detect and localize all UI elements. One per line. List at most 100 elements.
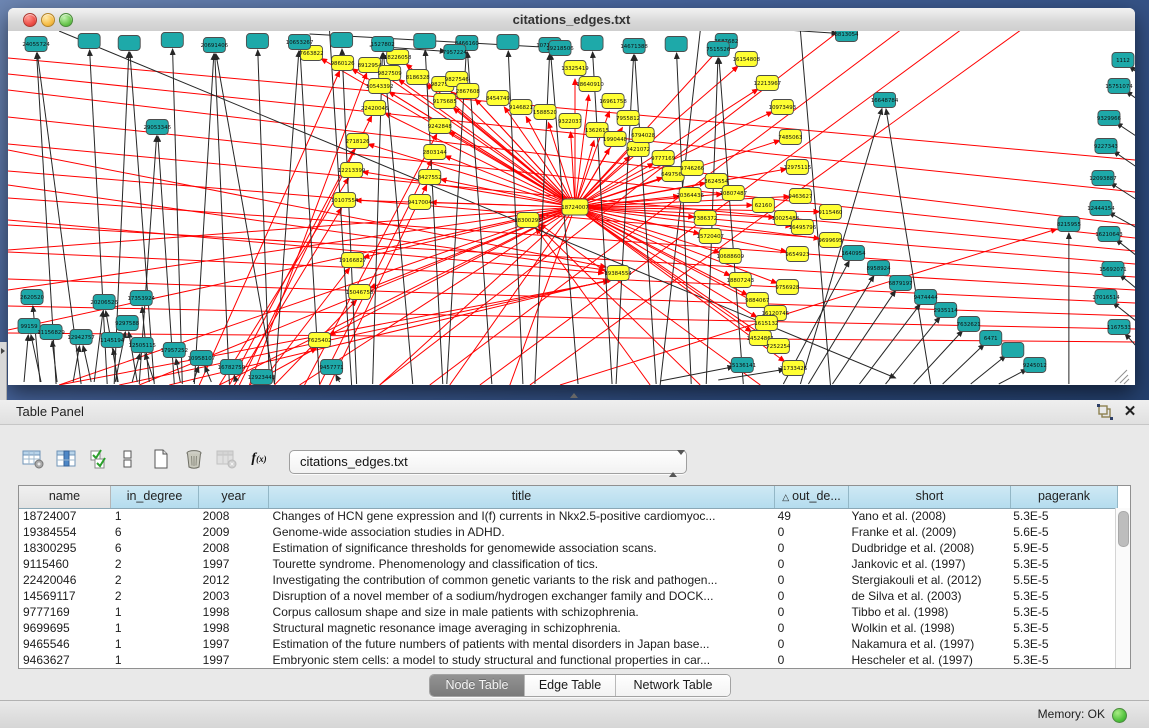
graph-node[interactable]: 19384554	[604, 266, 632, 281]
graph-node[interactable]	[161, 33, 183, 48]
panel-splitter-grip[interactable]	[570, 393, 578, 398]
graph-node[interactable]: 9297588	[115, 316, 140, 331]
graph-node[interactable]	[497, 35, 519, 50]
graph-node[interactable]: 18640910	[576, 77, 604, 92]
graph-node[interactable]: 11156829	[37, 325, 65, 340]
window-titlebar[interactable]: citations_edges.txt	[8, 8, 1135, 32]
change-table-mode-icon[interactable]	[19, 446, 47, 472]
show-columns-icon[interactable]	[52, 446, 80, 472]
graph-node[interactable]: 2620520	[20, 290, 45, 305]
graph-node[interactable]: 17957252	[161, 343, 188, 358]
column-header-out_de[interactable]: △out_de...	[775, 486, 849, 508]
graph-node[interactable]: 1145194	[100, 333, 125, 348]
graph-node[interactable]: 12444154	[1087, 201, 1115, 216]
graph-node[interactable]: 10653267	[286, 35, 313, 50]
graph-node[interactable]: 9699695	[818, 233, 842, 248]
graph-node[interactable]: 10688609	[717, 249, 745, 264]
graph-node[interactable]: 15720407	[697, 229, 724, 244]
table-row[interactable]: 969969511998Structural magnetic resonanc…	[19, 620, 1116, 636]
clear-selection-icon[interactable]	[114, 446, 142, 472]
select-all-icon[interactable]	[85, 446, 113, 472]
graph-node[interactable]: 14671388	[620, 39, 648, 54]
graph-node[interactable]: 7515526	[706, 42, 731, 57]
graph-node[interactable]: 24055724	[22, 37, 50, 52]
graph-node[interactable]: 6471	[980, 331, 1002, 346]
graph-node[interactable]: 10958107	[188, 351, 215, 366]
graph-node[interactable]: 1640954	[841, 246, 866, 261]
table-row[interactable]: 946554611997Estimation of the future num…	[19, 636, 1116, 652]
graph-node[interactable]: 13325419	[561, 61, 589, 76]
table-scrollbar[interactable]	[1115, 508, 1130, 668]
graph-node[interactable]: 10107554	[331, 193, 359, 208]
graph-node[interactable]: 2803144	[423, 145, 448, 160]
graph-node[interactable]: 17353924	[128, 291, 156, 306]
left-splitter[interactable]	[0, 342, 7, 400]
table-row[interactable]: 1830029562008Estimation of significance …	[19, 540, 1116, 556]
graph-node[interactable]: 7957224	[443, 45, 468, 60]
graph-node[interactable]: 12505115	[129, 338, 156, 353]
graph-node[interactable]: 18807243	[727, 273, 754, 288]
graph-node[interactable]: 9421072	[626, 142, 650, 157]
graph-node[interactable]: 16154808	[733, 52, 761, 67]
graph-node[interactable]: 15046758	[346, 285, 374, 300]
tab-edge-table[interactable]: Edge Table	[525, 675, 616, 696]
graph-node[interactable]: 6794028	[631, 128, 656, 143]
graph-node[interactable]: 12942757	[67, 330, 94, 345]
graph-node[interactable]: 11733426	[780, 361, 808, 376]
graph-node[interactable]: 29053346	[144, 120, 172, 135]
table-row[interactable]: 1872400712008Changes of HCN gene express…	[19, 508, 1116, 524]
graph-node[interactable]: 9463627	[788, 189, 812, 204]
column-header-name[interactable]: name	[19, 486, 111, 508]
table-selector-dropdown[interactable]: citations_edges.txt	[289, 450, 687, 474]
graph-node[interactable]: 7386372	[693, 211, 717, 226]
graph-node[interactable]: 7955812	[616, 111, 640, 126]
graph-node[interactable]: 1588520	[533, 105, 558, 120]
graph-node[interactable]: 9777169	[651, 151, 676, 166]
graph-node[interactable]: 8186328	[406, 70, 431, 85]
graph-node[interactable]: 7632621	[957, 317, 981, 332]
graph-node[interactable]: 2718126	[346, 134, 371, 149]
graph-node[interactable]: 6879197	[889, 276, 913, 291]
graph-node[interactable]: 9457771	[320, 360, 344, 375]
graph-node[interactable]: 1615132	[754, 316, 778, 331]
graph-node[interactable]: 18724007	[561, 199, 588, 215]
graph-node[interactable]: 16648784	[871, 93, 899, 108]
graph-node[interactable]: 9329966	[1097, 111, 1122, 126]
graph-node[interactable]	[246, 34, 268, 49]
graph-node[interactable]: 20691406	[201, 38, 229, 53]
graph-node[interactable]: 7625402	[308, 333, 332, 348]
table-row[interactable]: 977716911998Corpus callosum shape and si…	[19, 604, 1116, 620]
graph-node[interactable]: 8427552	[418, 170, 442, 185]
scrollbar-thumb[interactable]	[1118, 511, 1129, 547]
graph-node[interactable]: 9884067	[745, 293, 769, 308]
graph-node[interactable]: 12923448	[248, 370, 276, 385]
graph-node[interactable]: 9322037	[558, 114, 582, 129]
table-row[interactable]: 946362711997Embryonic stem cells: a mode…	[19, 652, 1116, 668]
graph-node[interactable]	[118, 36, 140, 51]
graph-node[interactable]: 8958924	[867, 261, 892, 276]
graph-node[interactable]: 8454749	[486, 91, 511, 106]
network-canvas[interactable]: 7663822986012689129541822605898275098186…	[8, 31, 1135, 385]
graph-node[interactable]: 19218506	[546, 41, 574, 56]
graph-node[interactable]: 22420046	[361, 101, 389, 116]
tab-network-table[interactable]: Network Table	[616, 675, 730, 696]
graph-node[interactable]: 12093887	[1089, 171, 1116, 186]
table-row[interactable]: 1938455462009Genome-wide association stu…	[19, 524, 1116, 540]
graph-node[interactable]: 15751074	[1105, 79, 1133, 94]
graph-node[interactable]: 15136141	[729, 358, 756, 373]
column-header-year[interactable]: year	[199, 486, 269, 508]
graph-node[interactable]: 9860126	[331, 56, 356, 71]
graph-node[interactable]: 12975115	[784, 160, 811, 175]
graph-node[interactable]: 1990448	[603, 132, 628, 147]
memory-ok-led-icon[interactable]	[1112, 708, 1127, 723]
graph-node[interactable]: 15692071	[1099, 262, 1126, 277]
graph-node[interactable]	[78, 34, 100, 49]
graph-node[interactable]: 9756928	[775, 280, 800, 295]
graph-node[interactable]: 20364436	[676, 188, 704, 203]
graph-node[interactable]: 1527802	[371, 37, 395, 52]
graph-node[interactable]: 12213967	[754, 76, 781, 91]
float-panel-icon[interactable]	[1097, 404, 1113, 420]
graph-node[interactable]: 12213399	[338, 163, 366, 178]
graph-node[interactable]: 2867608	[456, 84, 481, 99]
network-graph[interactable]: 7663822986012689129541822605898275098186…	[8, 31, 1135, 385]
